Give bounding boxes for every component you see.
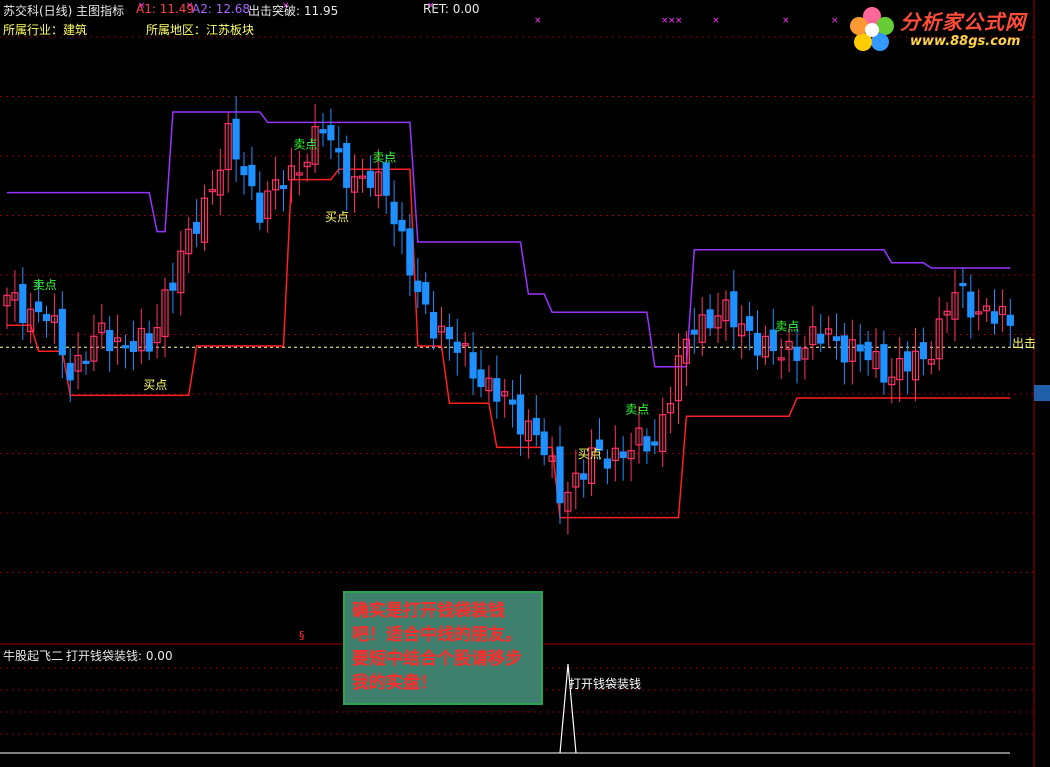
industry-label: 所属行业：建筑 xyxy=(3,23,88,37)
star-marker: × xyxy=(831,16,839,26)
a1-value: A1: 11.49 xyxy=(136,2,195,16)
candle-body xyxy=(690,329,698,335)
sub-panel-marker: § xyxy=(299,629,305,642)
candle-body xyxy=(469,352,477,379)
candle-body xyxy=(129,341,137,352)
candle-body xyxy=(532,417,540,436)
candle-body xyxy=(730,291,738,328)
candle-body xyxy=(880,344,888,383)
candle-body xyxy=(58,308,66,356)
candle-body xyxy=(745,316,754,331)
candle-body xyxy=(619,451,627,459)
candle-body xyxy=(66,362,74,381)
candle-body xyxy=(453,341,461,353)
candle-body xyxy=(445,326,453,340)
candle-body xyxy=(840,335,849,363)
candle-body xyxy=(169,282,177,291)
star-marker: × xyxy=(782,16,790,26)
signal-label: 买点 xyxy=(578,447,602,461)
signal-label: 出击 xyxy=(1012,336,1036,350)
candle-body xyxy=(516,394,525,435)
site-logo: 分析家公式网 www.88gs.com xyxy=(846,4,1042,54)
candle-body xyxy=(398,219,406,232)
candle-body xyxy=(856,344,864,352)
candle-body xyxy=(919,342,928,360)
candle-body xyxy=(343,143,351,188)
candle-body xyxy=(540,431,548,456)
price-tag xyxy=(1034,385,1050,401)
candle-body xyxy=(106,329,114,352)
star-marker: × xyxy=(675,16,683,26)
candle-body xyxy=(509,399,517,405)
region-label: 所属地区：江苏板块 xyxy=(146,23,255,37)
sub-panel-value: 打开钱袋装钱: 0.00 xyxy=(66,649,173,663)
candle-body xyxy=(753,332,762,356)
candle-body xyxy=(793,346,801,361)
candlesticks: × × × ×× × × × × × × xyxy=(3,1,1014,535)
candle-body xyxy=(477,369,485,387)
candle-body xyxy=(240,166,248,176)
star-marker: × xyxy=(712,16,720,26)
candle-body xyxy=(493,378,501,402)
candle-body xyxy=(366,170,374,188)
candle-body xyxy=(406,228,414,276)
candle-body xyxy=(967,291,975,318)
candle-body xyxy=(643,436,651,452)
candle-body xyxy=(556,446,564,504)
candle-body xyxy=(1006,314,1014,326)
candle-body xyxy=(390,201,398,225)
signal-label: 卖点 xyxy=(293,137,317,151)
ret-value: RET: 0.00 xyxy=(423,2,480,16)
candle-body xyxy=(603,458,612,469)
candle-body xyxy=(232,118,240,160)
candle-body xyxy=(651,441,659,446)
candle-body xyxy=(34,301,43,313)
candle-body xyxy=(430,312,438,339)
annotation-note: 确实是打开钱袋装钱吧！适合中线的朋友。要短中结合个股请移步我的实盘！ xyxy=(343,591,543,705)
signal-label: 卖点 xyxy=(625,403,649,417)
candle-body xyxy=(903,351,912,372)
signal-labels: 卖点买点卖点买点卖点买点卖点卖点出击 xyxy=(33,137,1050,461)
candle-body xyxy=(382,162,390,196)
candle-body xyxy=(256,192,264,223)
candle-body xyxy=(327,125,335,141)
candle-body xyxy=(706,309,714,329)
candle-body xyxy=(19,283,27,324)
candle-body xyxy=(42,314,51,322)
candle-body xyxy=(319,129,327,134)
candle-body xyxy=(959,283,967,287)
breakout-value: 出击突破: 11.95 xyxy=(248,4,339,18)
candle-body xyxy=(335,148,343,153)
candle-body xyxy=(990,311,999,324)
candle-body xyxy=(82,360,90,364)
star-marker: × xyxy=(534,16,542,26)
candle-body xyxy=(279,185,288,190)
candle-body xyxy=(121,345,130,349)
signal-label: 买点 xyxy=(143,378,167,392)
logo-text: 分析家公式网 xyxy=(900,10,1026,34)
logo-url: www.88gs.com xyxy=(910,34,1021,49)
candle-body xyxy=(414,280,422,293)
chart-title: 苏交科(日线) 主图指标 xyxy=(3,4,125,18)
candle-body xyxy=(832,336,841,341)
signal-label: 卖点 xyxy=(775,319,799,333)
candle-body xyxy=(817,333,825,344)
signal-label: 卖点 xyxy=(372,150,396,164)
candle-body xyxy=(248,164,256,187)
candle-body xyxy=(193,221,201,234)
signal-label: 卖点 xyxy=(33,278,57,292)
a2-value: A2: 12.68 xyxy=(192,2,251,16)
signal-label: 买点 xyxy=(325,210,349,224)
candle-body xyxy=(864,341,872,361)
candle-body xyxy=(145,333,153,352)
candle-body xyxy=(422,282,430,305)
flower-icon xyxy=(850,7,894,51)
candle-body xyxy=(580,473,588,480)
sub-panel-title: 牛股起飞二 xyxy=(3,649,64,663)
sub-panel-peak-label: 打开钱袋装钱 xyxy=(569,677,642,691)
